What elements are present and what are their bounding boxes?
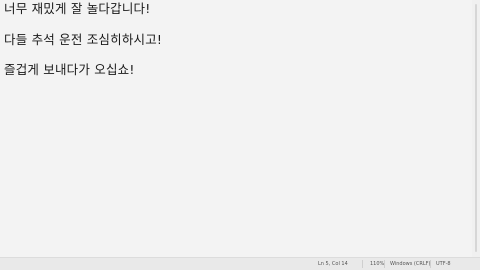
notepad-window: 너무 재밌게 잘 놀다갑니다! 다들 추석 운전 조심히하시고! 즐겁게 보내다… [0,0,480,270]
vertical-scrollbar[interactable] [472,0,480,258]
text-editor-area[interactable]: 너무 재밌게 잘 놀다갑니다! 다들 추석 운전 조심히하시고! 즐겁게 보내다… [0,0,472,258]
status-divider [384,260,385,268]
encoding: UTF-8 [436,261,451,267]
status-divider [430,260,431,268]
editor-line-5[interactable]: 즐겁게 보내다가 오십쇼! [4,62,135,77]
status-divider [362,260,363,268]
line-ending: Windows (CRLF) [390,261,431,267]
zoom-level: 110% [370,261,385,267]
status-bar: Ln 5, Col 14 110% Windows (CRLF) UTF-8 [0,257,480,270]
editor-line-3[interactable]: 다들 추석 운전 조심히하시고! [4,32,162,47]
cursor-position: Ln 5, Col 14 [318,261,348,267]
editor-line-1[interactable]: 너무 재밌게 잘 놀다갑니다! [4,1,150,16]
scrollbar-thumb[interactable] [475,4,477,252]
